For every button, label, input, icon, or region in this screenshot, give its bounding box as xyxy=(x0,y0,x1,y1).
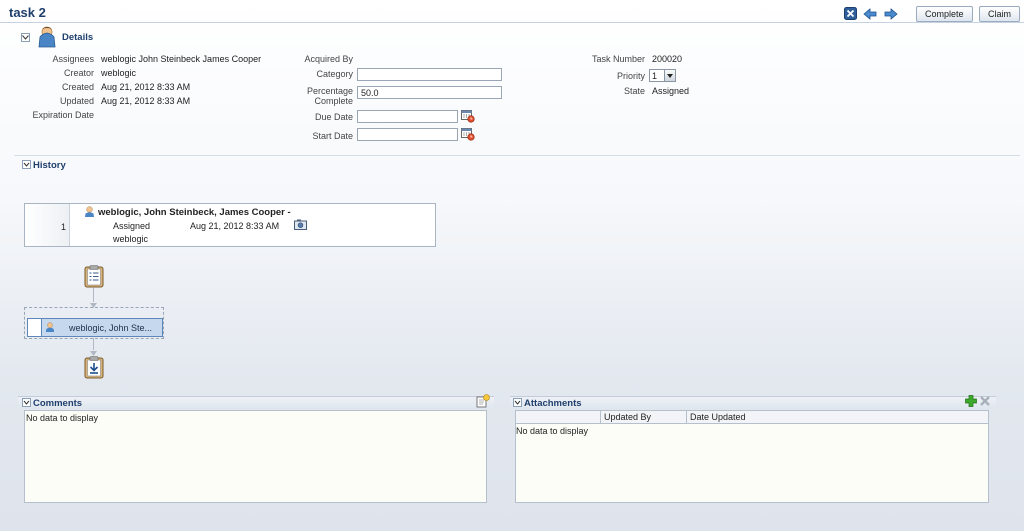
details-section-title: Details xyxy=(62,32,94,43)
history-entry: 1 weblogic, John Steinbeck, James Cooper… xyxy=(24,203,436,247)
column-header-date-updated[interactable]: Date Updated xyxy=(687,411,988,423)
comments-empty-text: No data to display xyxy=(26,413,99,423)
complete-label: Complete xyxy=(314,96,353,106)
comments-header xyxy=(18,396,494,409)
node-label: weblogic, John Ste... xyxy=(69,323,153,333)
node-gutter xyxy=(28,319,42,336)
snapshot-icon[interactable] xyxy=(294,219,307,232)
category-label: Category xyxy=(316,69,353,79)
history-section-title: History xyxy=(33,160,66,171)
created-value: Aug 21, 2012 8:33 AM xyxy=(101,82,191,92)
state-label: State xyxy=(623,86,645,96)
acquired-by-label: Acquired By xyxy=(304,54,353,64)
user-icon xyxy=(84,206,95,220)
history-collapse-toggle[interactable] xyxy=(22,160,31,171)
percentage-complete-input[interactable] xyxy=(357,86,502,99)
attachments-empty-text: No data to display xyxy=(516,426,589,436)
due-date-label: Due Date xyxy=(314,112,353,122)
user-icon xyxy=(37,26,57,50)
claim-button[interactable]: Claim xyxy=(979,6,1021,22)
comments-title: Comments xyxy=(33,398,83,409)
next-arrow-icon[interactable] xyxy=(884,7,898,20)
category-input[interactable] xyxy=(357,68,502,81)
calendar-icon[interactable] xyxy=(461,127,475,143)
comments-panel: No data to display xyxy=(24,410,487,503)
comments-collapse-toggle[interactable] xyxy=(22,398,31,409)
history-row-number: 1 xyxy=(61,222,67,232)
history-action: Assigned xyxy=(113,221,151,231)
state-value: Assigned xyxy=(652,86,690,96)
start-date-label: Start Date xyxy=(312,131,353,141)
column-header-file[interactable] xyxy=(516,411,601,423)
add-attachment-icon[interactable] xyxy=(965,395,977,409)
calendar-icon[interactable] xyxy=(461,109,475,125)
percentage-label: Percentage xyxy=(306,86,353,96)
page-title: task 2 xyxy=(9,5,46,20)
user-icon xyxy=(45,322,55,335)
chevron-down-icon xyxy=(664,70,675,81)
close-icon[interactable] xyxy=(843,7,857,20)
column-header-updated-by[interactable]: Updated By xyxy=(601,411,687,423)
task-start-icon xyxy=(84,265,104,290)
priority-label: Priority xyxy=(616,71,645,81)
creator-label: Creator xyxy=(63,68,94,78)
attachments-header xyxy=(510,396,996,409)
history-divider xyxy=(14,155,1020,156)
previous-arrow-icon[interactable] xyxy=(863,7,877,20)
expiration-date-label: Expiration Date xyxy=(32,110,94,120)
assignees-label: Assignees xyxy=(52,54,94,64)
task-number-value: 200020 xyxy=(652,54,683,64)
task-end-icon xyxy=(84,356,104,381)
assignment-node[interactable]: weblogic, John Ste... xyxy=(27,318,163,337)
attachments-title: Attachments xyxy=(524,398,582,409)
attachments-collapse-toggle[interactable] xyxy=(513,398,522,409)
creator-value: weblogic xyxy=(101,68,137,78)
header-divider xyxy=(0,22,1024,23)
updated-label: Updated xyxy=(59,96,94,106)
start-date-input[interactable] xyxy=(357,128,458,141)
history-participants: weblogic, John Steinbeck, James Cooper - xyxy=(98,207,291,218)
details-collapse-toggle[interactable] xyxy=(21,33,30,42)
complete-button[interactable]: Complete xyxy=(916,6,973,22)
attachments-table-header: Updated By Date Updated xyxy=(516,411,988,424)
priority-selected-value: 1 xyxy=(652,70,658,81)
task-number-label: Task Number xyxy=(591,54,645,64)
updated-value: Aug 21, 2012 8:33 AM xyxy=(101,96,191,106)
due-date-input[interactable] xyxy=(357,110,458,123)
history-date: Aug 21, 2012 8:33 AM xyxy=(190,221,280,231)
assignees-value: weblogic John Steinbeck James Cooper xyxy=(101,54,262,64)
priority-select[interactable]: 1 xyxy=(649,69,676,82)
delete-attachment-icon[interactable] xyxy=(979,395,991,409)
add-comment-icon[interactable] xyxy=(476,394,490,410)
history-actor: weblogic xyxy=(113,234,149,244)
created-label: Created xyxy=(61,82,94,92)
attachments-panel: Updated By Date Updated No data to displ… xyxy=(515,410,989,503)
